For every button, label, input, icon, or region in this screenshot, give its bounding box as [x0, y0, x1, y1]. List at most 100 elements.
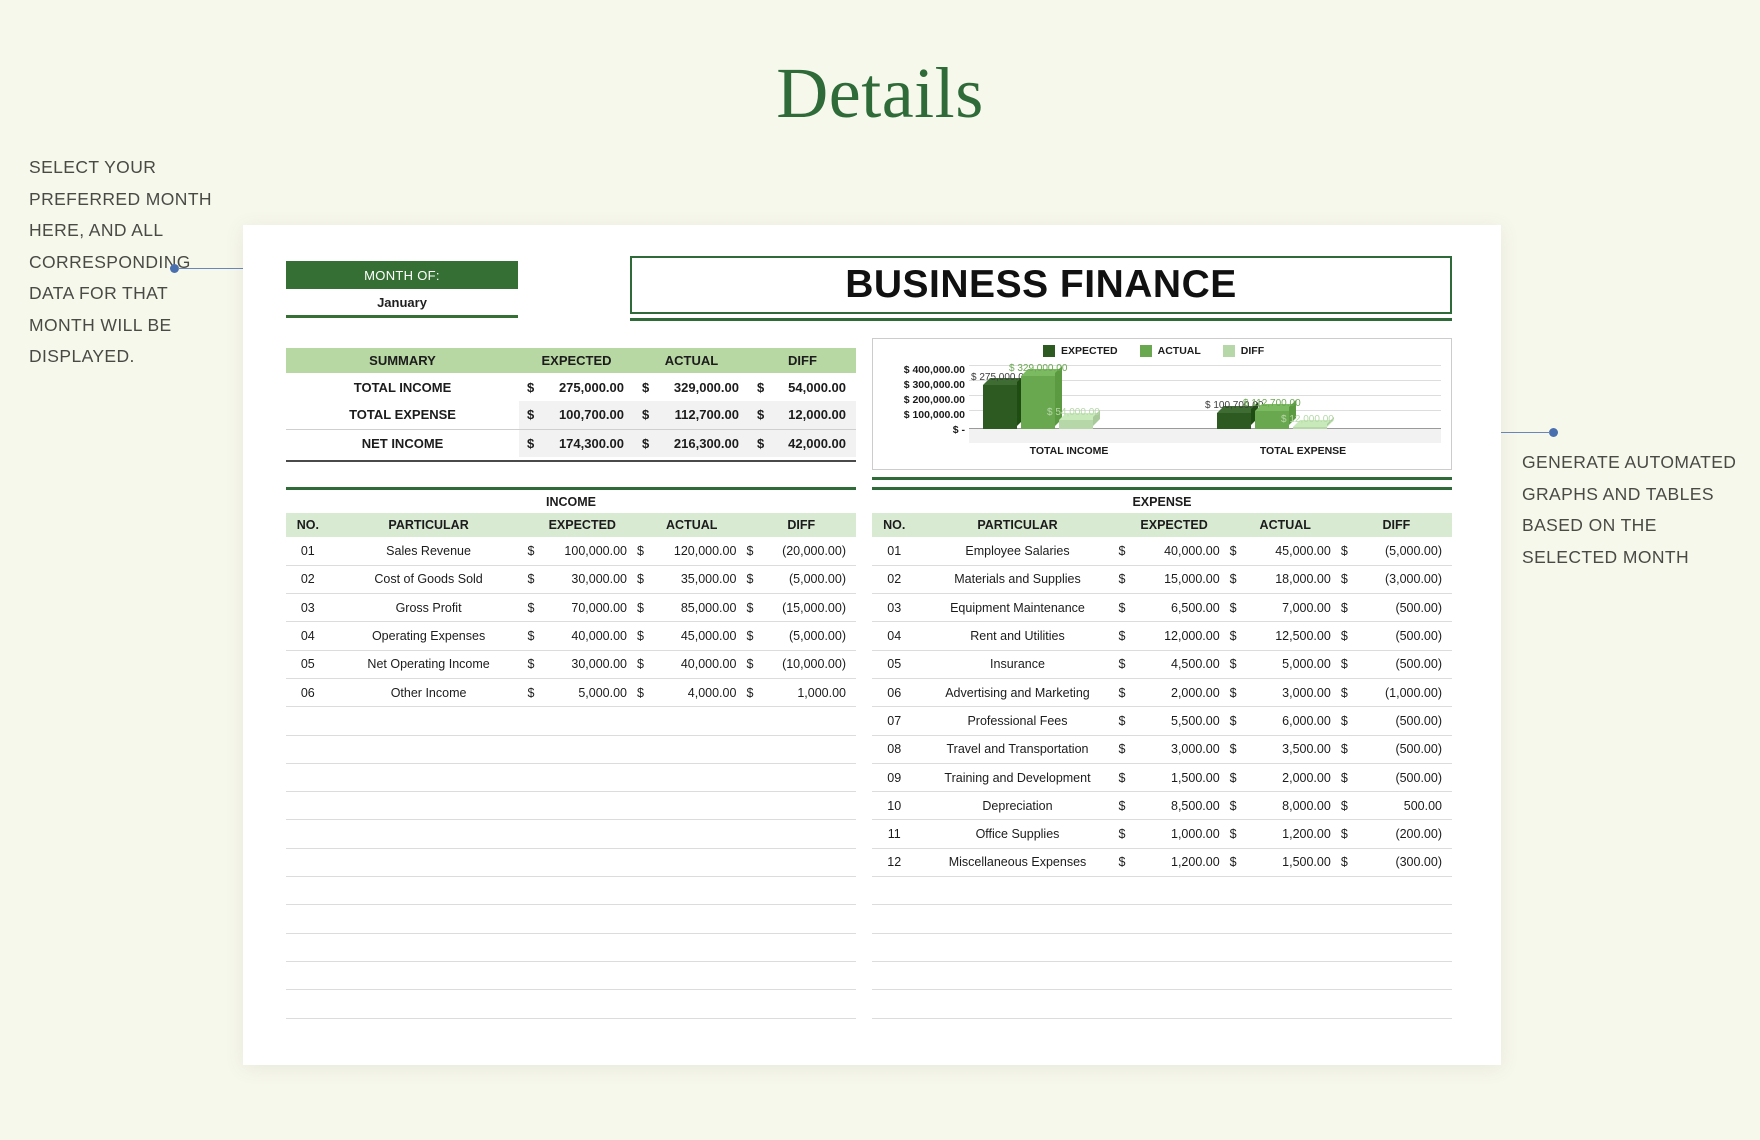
legend-item-actual: ACTUAL: [1139, 345, 1201, 357]
table-row-blank: [286, 933, 856, 962]
expense-col-particular: PARTICULAR: [916, 513, 1119, 537]
currency-symbol: $: [1229, 791, 1248, 821]
empty-cell: [1229, 876, 1248, 906]
row-expected: 30,000.00: [545, 650, 637, 679]
table-row-blank: [286, 989, 856, 1019]
empty-cell: [527, 904, 546, 934]
row-expected: 5,500.00: [1136, 706, 1230, 736]
y-tick-label: $ 100,000.00: [903, 409, 965, 421]
currency-symbol: $: [1118, 706, 1137, 736]
row-diff: (3,000.00): [1359, 565, 1452, 595]
business-finance-header-box: BUSINESS FINANCE: [630, 256, 1452, 314]
row-expected: 30,000.00: [545, 565, 637, 595]
empty-cell: [1136, 961, 1230, 991]
legend-swatch-actual: [1139, 345, 1152, 357]
table-row: 06 Other Income $5,000.00 $4,000.00 $1,000.0…: [286, 678, 856, 708]
y-tick-label: $ 200,000.00: [903, 394, 965, 406]
chart-bar-diff-0: [1059, 409, 1100, 429]
income-table-body: 01 Sales Revenue $100,000.00 $120,000.00 $ (2…: [286, 537, 856, 1019]
empty-cell: [872, 904, 917, 934]
empty-cell: [1359, 961, 1452, 991]
currency-symbol: $: [748, 428, 765, 457]
chart-y-axis: $ 400,000.00 $ 300,000.00 $ 200,000.00 $…: [877, 363, 965, 438]
table-row: 03 Equipment Maintenance $6,500.00 $7,000.0…: [872, 593, 1452, 623]
income-header-row: NO. PARTICULAR EXPECTED ACTUAL DIFF: [286, 513, 856, 537]
currency-symbol: $: [642, 379, 650, 395]
empty-cell: [746, 819, 765, 849]
row-expected: 1,000.00: [1136, 819, 1230, 849]
legend-label-diff: DIFF: [1240, 345, 1265, 357]
row-diff: (20,000.00): [764, 537, 856, 566]
empty-cell: [527, 989, 546, 1019]
currency-symbol: $: [1229, 537, 1248, 566]
currency-symbol: $: [1229, 819, 1248, 849]
row-expected: 12,000.00: [1136, 621, 1230, 651]
empty-cell: [545, 706, 637, 736]
row-expected: 4,500.00: [1136, 650, 1230, 679]
currency-symbol: $: [527, 593, 546, 623]
row-actual: 45,000.00: [1247, 537, 1341, 566]
row-particular: Operating Expenses: [329, 621, 528, 651]
currency-symbol: $: [634, 401, 650, 429]
currency-symbol: $: [636, 650, 655, 679]
currency-symbol: $: [1118, 565, 1137, 595]
empty-cell: [1229, 961, 1248, 991]
table-row-blank: [286, 791, 856, 821]
row-no: 12: [872, 848, 917, 878]
row-expected: 8,500.00: [1136, 791, 1230, 821]
row-particular: Other Income: [329, 678, 528, 708]
currency-symbol: $: [1340, 706, 1359, 736]
row-actual: 8,000.00: [1247, 791, 1341, 821]
row-diff: (500.00): [1359, 706, 1452, 736]
table-row: 04 Rent and Utilities $12,000.00 $12,500.00…: [872, 621, 1452, 651]
currency-symbol: $: [1118, 735, 1137, 764]
row-expected: 1,200.00: [1136, 848, 1230, 878]
row-no: 10: [872, 791, 917, 821]
row-particular: Sales Revenue: [329, 537, 528, 566]
currency-symbol: $: [1118, 650, 1137, 679]
empty-cell: [636, 763, 655, 793]
table-row: 10 Depreciation $8,500.00 $8,000.00 $500.00: [872, 791, 1452, 821]
row-diff: (200.00): [1359, 819, 1452, 849]
row-particular: Equipment Maintenance: [916, 593, 1119, 623]
y-tick-label: $ 300,000.00: [903, 379, 965, 391]
empty-cell: [286, 933, 330, 962]
row-expected: 3,000.00: [1136, 735, 1230, 764]
chart-data-label: $ 54,000.00: [1047, 407, 1100, 419]
row-expected: 40,000.00: [1136, 537, 1230, 566]
legend-label-actual: ACTUAL: [1157, 345, 1201, 357]
chart-underline: [872, 477, 1452, 480]
empty-cell: [916, 904, 1119, 934]
empty-cell: [1136, 904, 1230, 934]
table-row: 04 Operating Expenses $40,000.00 $45,000.00…: [286, 621, 856, 651]
y-tick-label: $ 400,000.00: [903, 364, 965, 376]
business-finance-title: BUSINESS FINANCE: [845, 263, 1237, 306]
summary-row-label: NET INCOME: [286, 428, 520, 457]
row-particular: Materials and Supplies: [916, 565, 1119, 595]
empty-cell: [636, 904, 655, 934]
empty-cell: [764, 904, 856, 934]
currency-symbol: $: [1229, 763, 1248, 793]
row-actual: 4,000.00: [654, 678, 747, 708]
row-no: 01: [286, 537, 330, 566]
row-particular: Depreciation: [916, 791, 1119, 821]
month-selector-value[interactable]: January: [286, 289, 518, 318]
row-diff: 1,000.00: [764, 678, 856, 708]
empty-cell: [545, 876, 637, 906]
empty-cell: [654, 791, 747, 821]
row-no: 08: [872, 735, 917, 764]
empty-cell: [764, 791, 856, 821]
summary-row: TOTAL EXPENSE $ 100,700.00 $ 112,700.00 …: [286, 401, 856, 429]
empty-cell: [654, 848, 747, 878]
row-diff: (5,000.00): [1359, 537, 1452, 566]
row-no: 03: [286, 593, 330, 623]
empty-cell: [764, 819, 856, 849]
table-row-blank: [286, 848, 856, 878]
empty-cell: [764, 735, 856, 764]
empty-cell: [1118, 876, 1137, 906]
row-diff: (300.00): [1359, 848, 1452, 878]
empty-cell: [286, 706, 330, 736]
summary-col-actual: ACTUAL: [634, 348, 749, 373]
empty-cell: [636, 706, 655, 736]
row-actual: 120,000.00: [654, 537, 747, 566]
